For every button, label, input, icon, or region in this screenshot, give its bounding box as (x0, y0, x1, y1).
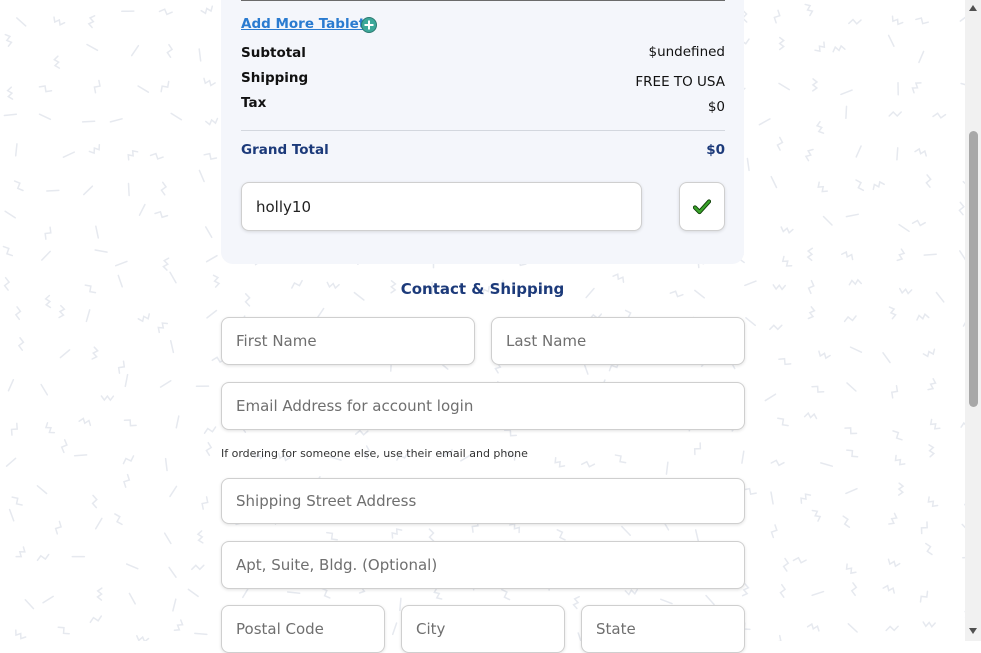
promo-code-input[interactable] (241, 182, 642, 231)
subtotal-label: Subtotal (241, 45, 306, 61)
checkmark-icon (693, 198, 711, 214)
email-field[interactable] (221, 382, 745, 430)
last-name-field[interactable] (491, 317, 745, 365)
subtotal-value: $undefined (648, 44, 725, 60)
tax-label: Tax (241, 95, 267, 111)
postal-code-field[interactable] (221, 605, 385, 653)
shipping-label: Shipping (241, 70, 309, 86)
summary-divider (241, 130, 725, 131)
first-name-field[interactable] (221, 317, 475, 365)
summary-top-divider (241, 0, 725, 1)
grand-total-label: Grand Total (241, 142, 329, 158)
email-hint-text: If ordering for someone else, use their … (221, 447, 528, 460)
contact-shipping-heading: Contact & Shipping (400, 280, 565, 298)
shipping-value: FREE TO USA (635, 74, 725, 90)
scroll-up-arrow-icon[interactable] (969, 5, 977, 11)
scroll-down-arrow-icon[interactable] (969, 628, 977, 634)
city-field[interactable] (401, 605, 565, 653)
state-field[interactable] (581, 605, 745, 653)
add-more-tablets-link[interactable]: Add More Tablets (241, 16, 373, 32)
grand-total-value: $0 (706, 142, 725, 158)
tax-value: $0 (707, 99, 725, 115)
street-address-field[interactable] (221, 478, 745, 524)
plus-circle-icon[interactable] (361, 17, 377, 33)
apply-promo-button[interactable] (679, 182, 725, 231)
apt-suite-field[interactable] (221, 541, 745, 589)
scrollbar-thumb[interactable] (969, 131, 978, 407)
